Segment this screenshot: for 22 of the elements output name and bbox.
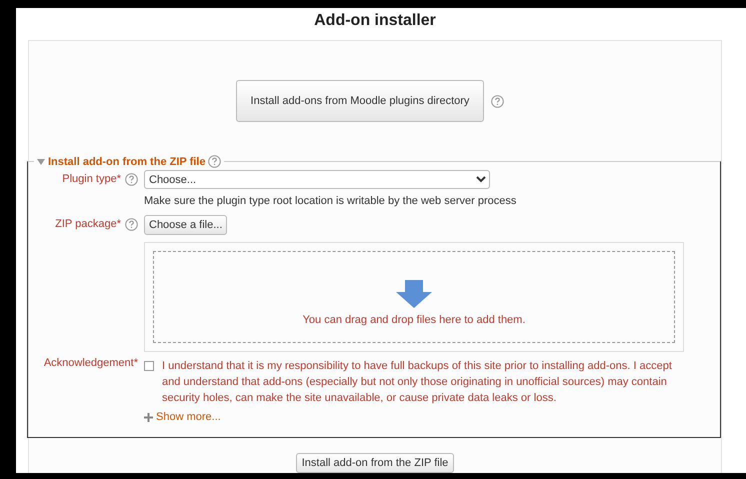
drop-zone[interactable]: You can drag and drop files here to add them. <box>144 242 684 352</box>
down-arrow-icon <box>396 280 432 308</box>
help-icon[interactable] <box>491 94 504 108</box>
install-from-directory-button[interactable]: Install add-ons from Moodle plugins directory <box>236 80 484 122</box>
plugin-type-select[interactable]: Choose... <box>144 170 490 189</box>
help-icon[interactable] <box>125 173 138 186</box>
section-legend[interactable]: Install add-on from the ZIP file <box>34 155 224 168</box>
page-title: Add-on installer <box>313 12 437 30</box>
drop-text: You can drag and drop files here to add them. <box>302 314 526 326</box>
collapse-icon[interactable] <box>37 158 45 164</box>
field-label: Plugin type* <box>62 173 121 185</box>
help-icon[interactable] <box>208 155 222 168</box>
field-label: ZIP package* <box>55 218 121 230</box>
help-icon[interactable] <box>125 218 138 231</box>
hint-text: Make sure the plugin type root location is writable by the web server process <box>144 195 518 207</box>
field-label: Acknowledgement* <box>44 357 138 369</box>
install-zip-button[interactable]: Install add-on from the ZIP file <box>296 453 454 473</box>
plus-icon[interactable] <box>144 412 153 422</box>
checkbox[interactable] <box>144 361 154 371</box>
show-more-link[interactable]: Show more... <box>156 411 221 423</box>
choose-file-button[interactable]: Choose a file... <box>144 215 228 235</box>
acknowledgement-text: I understand that it is my responsibility to have full backups of this site prior to installing add-ons. I accept and understand that add-ons (especially but not only those originating in unofficial sources) may contain security holes, can make the site unavailable, or cause private data leaks or loss. <box>162 359 673 406</box>
